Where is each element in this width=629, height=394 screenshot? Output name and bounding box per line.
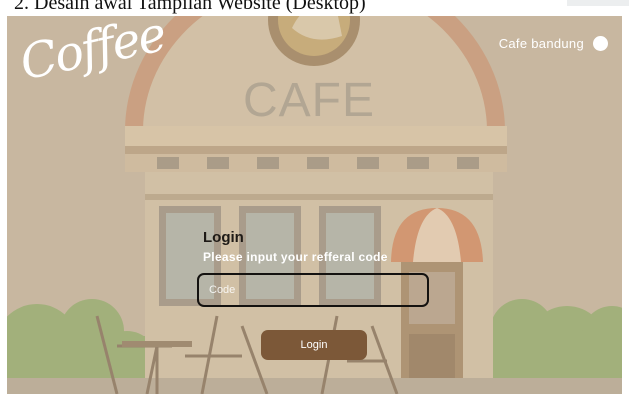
login-button[interactable]: Login	[261, 330, 367, 360]
caption-side-box	[567, 0, 629, 6]
referral-code-input[interactable]	[197, 273, 429, 307]
login-subtitle: Please input your refferal code	[203, 250, 388, 264]
location-toggle-icon[interactable]	[593, 36, 608, 51]
document-caption-text: 2. Desain awal Tampilan Website (Desktop…	[14, 0, 366, 14]
website-screenshot: CAFE Coffee Cafe bandung Login Please in…	[7, 16, 622, 394]
location-label: Cafe bandung	[498, 36, 584, 51]
login-title: Login	[203, 229, 244, 246]
document-caption: 2. Desain awal Tampilan Website (Desktop…	[0, 0, 629, 16]
location-selector[interactable]: Cafe bandung	[499, 36, 608, 51]
